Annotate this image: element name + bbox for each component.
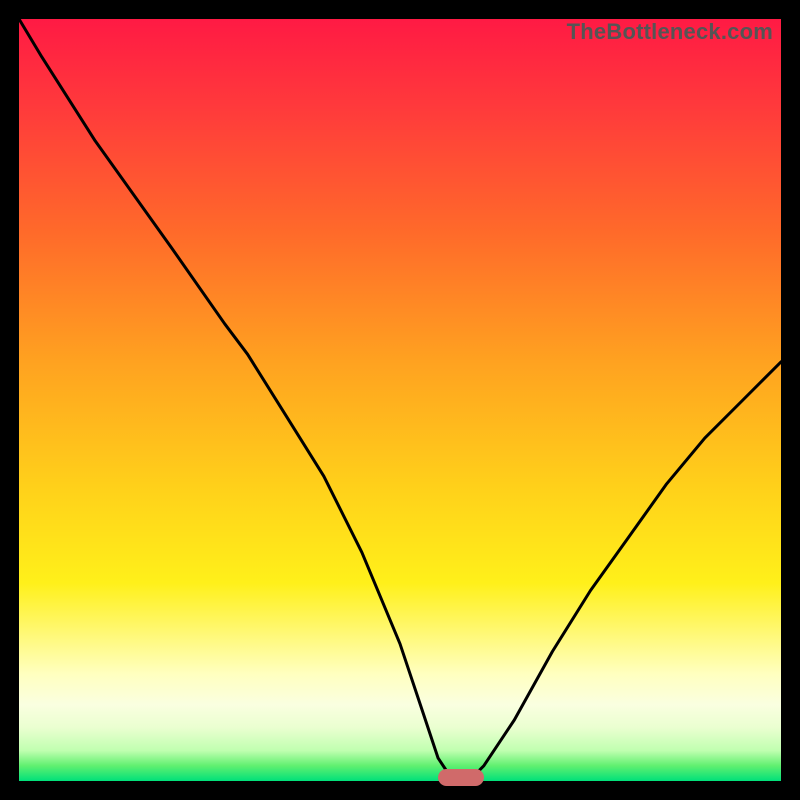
bottleneck-curve xyxy=(19,19,781,781)
optimal-marker xyxy=(438,769,484,786)
chart-frame: TheBottleneck.com xyxy=(0,0,800,800)
plot-area: TheBottleneck.com xyxy=(19,19,781,781)
curve-path xyxy=(19,19,781,781)
